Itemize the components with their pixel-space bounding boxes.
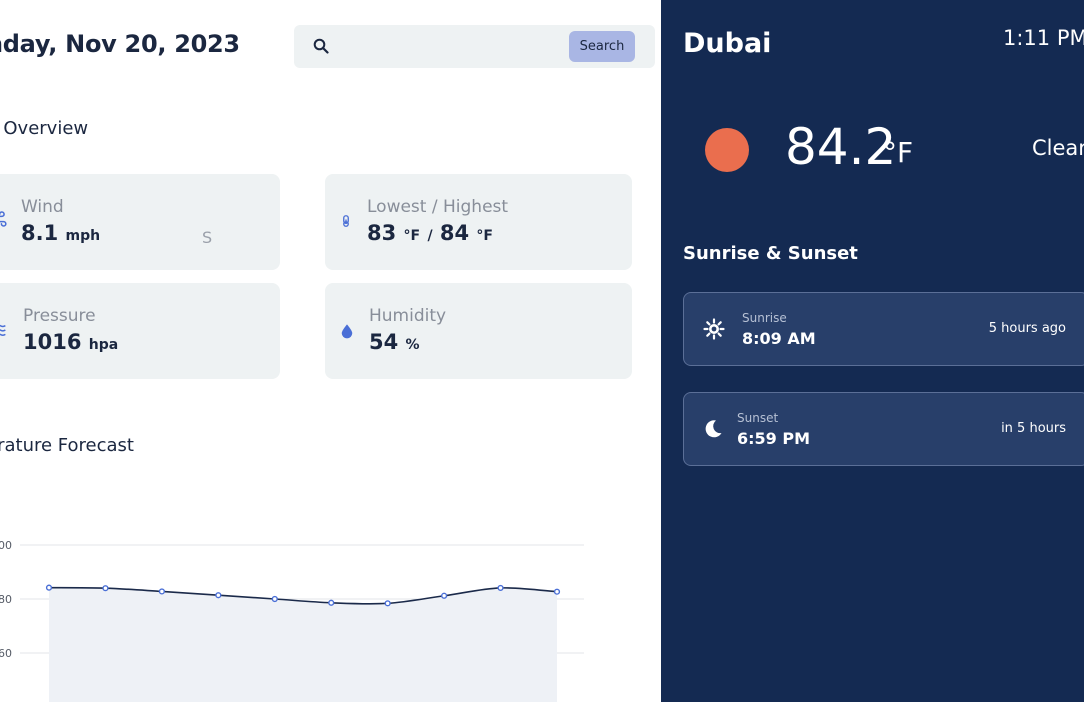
humidity-card: Humidity 54 %	[325, 283, 632, 379]
temp-separator: /	[427, 228, 433, 244]
sunrise-time: 8:09 AM	[742, 329, 816, 348]
humidity-amount: 54	[369, 330, 399, 354]
search-icon	[313, 38, 329, 54]
weather-condition: Clear	[1032, 136, 1084, 160]
sunrise-label: Sunrise	[742, 311, 787, 325]
wind-speed: 8.1	[21, 221, 59, 245]
temperature-chart: 00 80 60	[0, 520, 661, 702]
chart-point	[497, 584, 504, 592]
sunset-time: 6:59 PM	[737, 429, 811, 448]
chart-point	[384, 600, 391, 607]
main-panel: nday, Nov 20, 2023 Search y Overview Win…	[0, 0, 661, 702]
sun-icon	[705, 128, 749, 172]
chart-point	[45, 584, 53, 591]
pressure-value: 1016 hpa	[23, 330, 118, 354]
wind-icon	[0, 211, 7, 227]
search-button[interactable]: Search	[569, 31, 635, 62]
pressure-amount: 1016	[23, 330, 82, 354]
sunrise-sun-icon	[703, 318, 725, 340]
wind-label: Wind	[21, 197, 64, 217]
current-weather-panel: Dubai 1:11 PM 84.2 °F Clear Sunrise & Su…	[661, 0, 1084, 702]
sunrise-relative: 5 hours ago	[988, 321, 1066, 336]
overview-title: y Overview	[0, 118, 89, 139]
city-name: Dubai	[683, 28, 772, 59]
current-date: nday, Nov 20, 2023	[0, 30, 240, 58]
droplet-icon	[341, 324, 353, 339]
pressure-icon	[0, 324, 6, 336]
sunset-label: Sunset	[737, 411, 779, 425]
pressure-label: Pressure	[23, 306, 96, 326]
chart-point	[441, 592, 448, 599]
highest-temp-unit: °F	[476, 228, 493, 244]
chart-ytick-label: 80	[0, 593, 12, 606]
temperature-chart-svg: 00 80 60	[0, 539, 584, 702]
wind-card: Wind 8.1 mph S	[0, 174, 280, 270]
current-time: 1:11 PM	[1003, 26, 1084, 50]
chart-point	[215, 592, 222, 599]
temperature-unit: °F	[883, 136, 914, 169]
lowest-temp-unit: °F	[403, 228, 421, 244]
chart-point	[102, 585, 109, 592]
chart-ytick-label: 60	[0, 647, 12, 660]
chart-point	[158, 588, 165, 595]
wind-value: 8.1 mph	[21, 221, 100, 245]
sunrise-card: Sunrise 8:09 AM 5 hours ago	[683, 292, 1084, 366]
chart-point	[328, 599, 335, 606]
moon-icon	[705, 420, 722, 438]
lowest-highest-value: 83 °F / 84 °F	[367, 221, 493, 245]
current-temperature: 84.2	[785, 118, 897, 176]
chart-ytick-label: 00	[0, 539, 12, 552]
pressure-unit: hpa	[88, 337, 119, 353]
sunset-card: Sunset 6:59 PM in 5 hours	[683, 392, 1084, 466]
highest-temp: 84	[439, 221, 470, 245]
chart-point	[553, 588, 561, 595]
chart-area	[49, 587, 557, 702]
sunrise-sunset-title: Sunrise & Sunset	[683, 243, 858, 264]
humidity-value: 54 %	[369, 330, 420, 354]
thermometer-icon	[343, 215, 349, 227]
lowest-temp: 83	[367, 221, 397, 245]
search-bar: Search	[294, 25, 655, 68]
forecast-title: erature Forecast	[0, 435, 134, 456]
pressure-card: Pressure 1016 hpa	[0, 283, 280, 379]
chart-point	[271, 595, 278, 603]
wind-direction: S	[202, 228, 213, 247]
search-input[interactable]	[340, 33, 600, 60]
humidity-unit: %	[405, 337, 420, 353]
lowest-highest-card: Lowest / Highest 83 °F / 84 °F	[325, 174, 632, 270]
sunset-relative: in 5 hours	[1001, 421, 1066, 436]
humidity-label: Humidity	[369, 306, 447, 326]
lowest-highest-label: Lowest / Highest	[367, 197, 509, 217]
wind-unit: mph	[65, 228, 101, 244]
